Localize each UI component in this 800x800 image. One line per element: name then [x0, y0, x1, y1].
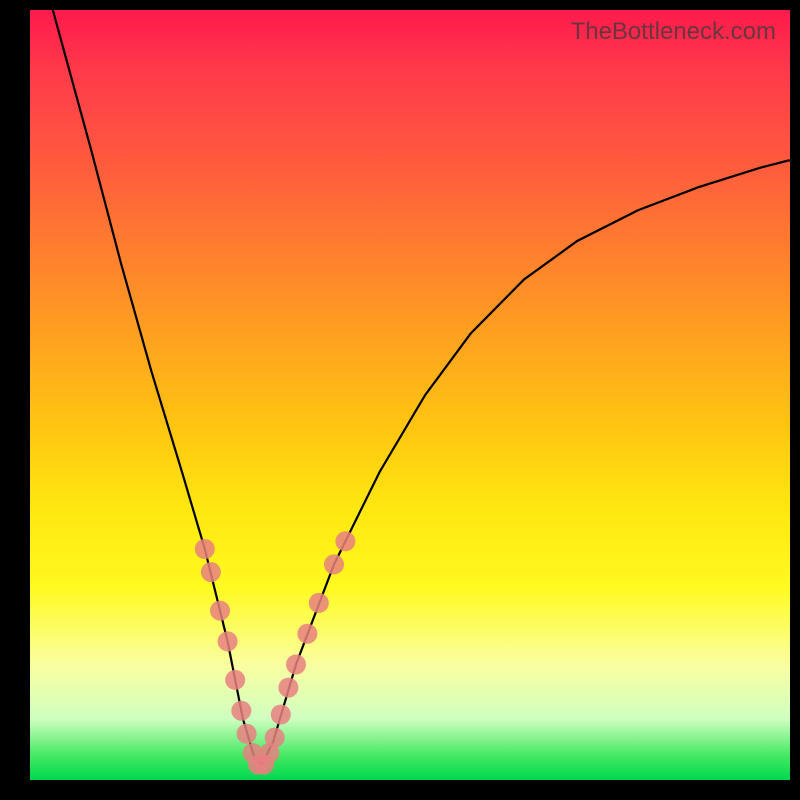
data-marker [324, 554, 344, 574]
data-marker [265, 728, 285, 748]
data-marker [231, 701, 251, 721]
watermark-text: TheBottleneck.com [571, 18, 776, 46]
chart-container: TheBottleneck.com [0, 0, 800, 800]
data-marker [335, 531, 355, 551]
bottleneck-curve [53, 10, 790, 765]
marker-group [195, 531, 356, 774]
data-marker [225, 670, 245, 690]
data-marker [278, 678, 298, 698]
data-marker [195, 539, 215, 559]
data-marker [286, 655, 306, 675]
data-marker [297, 624, 317, 644]
data-marker [243, 743, 263, 763]
data-marker [254, 755, 274, 775]
plot-area: TheBottleneck.com [30, 10, 790, 780]
data-marker [201, 562, 221, 582]
data-marker [237, 724, 257, 744]
data-marker [259, 743, 279, 763]
chart-svg [30, 10, 790, 780]
data-marker [210, 601, 230, 621]
data-marker [248, 755, 268, 775]
data-marker [218, 631, 238, 651]
data-marker [309, 593, 329, 613]
data-marker [271, 705, 291, 725]
